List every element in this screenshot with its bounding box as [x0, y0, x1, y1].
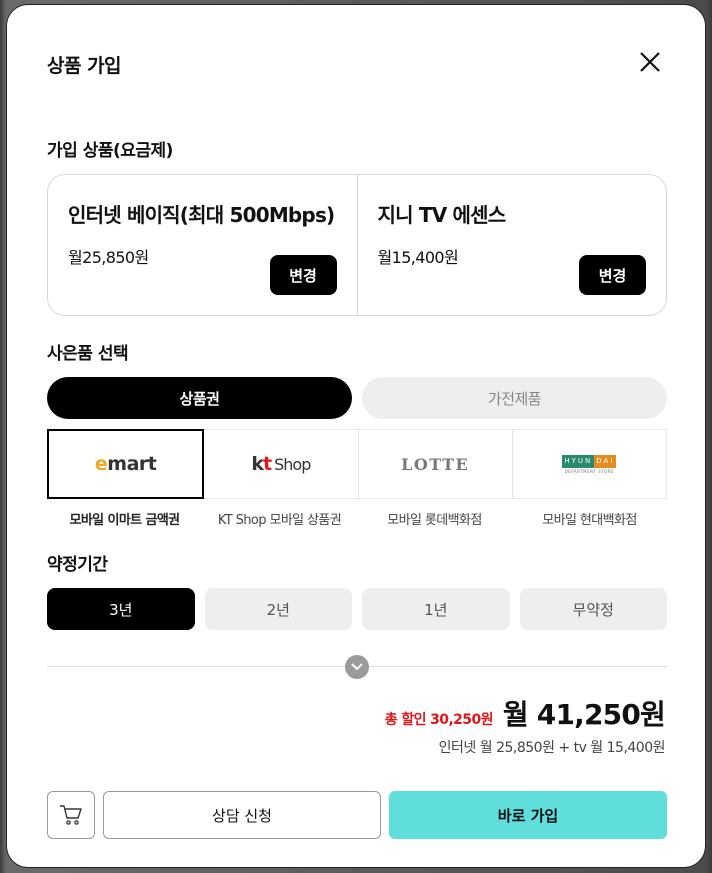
brand-option-emart[interactable]: emart — [47, 429, 205, 499]
chevron-down-icon[interactable] — [345, 655, 369, 679]
brand-caption: 모바일 이마트 금액권 — [69, 513, 180, 528]
subscription-modal: 상품 가입 가입 상품(요금제) 인터넷 베이직(최대 500Mbps) 월25… — [6, 4, 706, 868]
brand-caption: 모바일 현대백화점 — [542, 513, 637, 528]
price-summary: 총 할인 30,250원 월 41,250원 — [384, 693, 666, 733]
product-tv: 지니 TV 에센스 월15,400원 변경 — [356, 175, 667, 315]
brand-captions: 모바일 이마트 금액권 KT Shop 모바일 상품권 모바일 롯데백화점 모바… — [47, 509, 667, 528]
term-option-none[interactable]: 무약정 — [519, 588, 667, 630]
close-icon[interactable] — [637, 49, 663, 75]
term-option-3y[interactable]: 3년 — [47, 588, 195, 630]
product-internet: 인터넷 베이직(최대 500Mbps) 월25,850원 변경 — [48, 175, 357, 315]
cart-button[interactable] — [47, 791, 95, 839]
total-discount: 총 할인 30,250원 — [384, 712, 494, 728]
gift-tabs: 상품권 가전제품 — [47, 377, 667, 419]
brand-option-ktshop[interactable]: kt Shop — [204, 429, 359, 499]
tab-appliances[interactable]: 가전제품 — [362, 377, 667, 419]
term-options: 3년 2년 1년 무약정 — [47, 588, 667, 630]
term-option-1y[interactable]: 1년 — [362, 588, 510, 630]
tab-gift-voucher[interactable]: 상품권 — [47, 377, 352, 419]
lotte-logo: LOTTE — [401, 454, 470, 474]
cart-icon — [60, 805, 82, 825]
selected-products: 인터넷 베이직(최대 500Mbps) 월25,850원 변경 지니 TV 에센… — [47, 174, 667, 316]
gift-section-title: 사은품 선택 — [47, 344, 129, 364]
term-option-2y[interactable]: 2년 — [204, 588, 352, 630]
brand-option-hyundai[interactable]: HYUN DAI DEPARTMENT STORE — [512, 429, 667, 499]
kt-shop-logo: kt Shop — [251, 453, 311, 475]
price-breakdown: 인터넷 월 25,850원 + tv 월 15,400원 — [438, 740, 666, 756]
consult-button[interactable]: 상담 신청 — [103, 791, 381, 839]
modal-title: 상품 가입 — [47, 55, 122, 77]
change-internet-button[interactable]: 변경 — [269, 255, 337, 295]
brand-caption: 모바일 롯데백화점 — [387, 513, 482, 528]
product-name: 지니 TV 에센스 — [377, 203, 507, 227]
brand-grid: emart kt Shop LOTTE HYUN DAI DEPARTMENT ST… — [47, 429, 667, 499]
brand-option-lotte[interactable]: LOTTE — [358, 429, 513, 499]
products-section-title: 가입 상품(요금제) — [47, 141, 173, 161]
monthly-total: 월 41,250원 — [502, 698, 666, 731]
product-name: 인터넷 베이직(최대 500Mbps) — [68, 203, 335, 227]
change-tv-button[interactable]: 변경 — [579, 255, 646, 295]
hyundai-logo: HYUN DAI DEPARTMENT STORE — [562, 454, 617, 474]
join-now-button[interactable]: 바로 가입 — [389, 791, 667, 839]
emart-logo: emart — [94, 453, 157, 475]
brand-caption: KT Shop 모바일 상품권 — [217, 513, 342, 528]
term-section-title: 약정기간 — [47, 555, 108, 575]
